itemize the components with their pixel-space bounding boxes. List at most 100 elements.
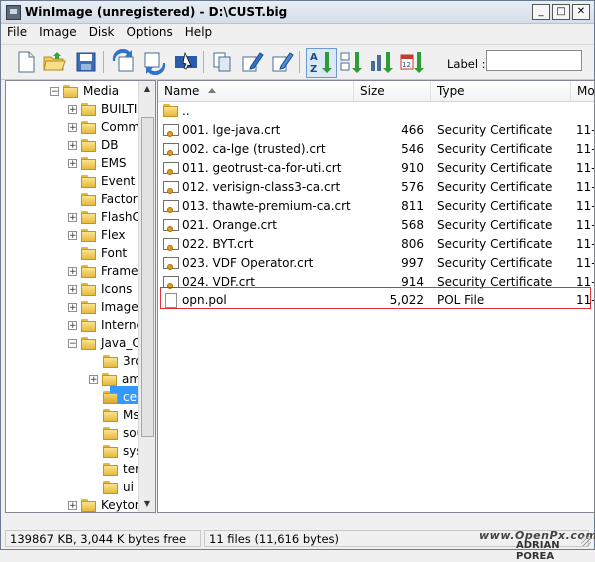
tree-item[interactable]: Font (81, 244, 127, 262)
expand-icon[interactable]: + (68, 158, 77, 168)
collapse-icon[interactable]: − (50, 86, 59, 96)
column-size[interactable]: Size (354, 81, 431, 101)
folder-icon (81, 264, 97, 278)
list-item-highlighted[interactable]: opn.pol 5,022 POL File 11- (158, 291, 594, 310)
folder-icon (81, 300, 97, 314)
save-icon[interactable] (73, 49, 99, 75)
folder-tree[interactable]: − Media + BUILTIN + Comm + DB + EMS Event s F… (5, 80, 156, 513)
file-list[interactable]: Name Size Type Mo .. 001. lge-java.crt 4… (157, 80, 595, 513)
scroll-down-icon[interactable]: ▼ (139, 496, 155, 512)
menu-bar: File Image Disk Options Help (1, 23, 594, 42)
menu-disk[interactable]: Disk (83, 23, 121, 42)
tree-item[interactable]: ui (103, 478, 134, 496)
tree-item[interactable]: + DB (68, 136, 118, 154)
tree-item[interactable]: + Image (68, 298, 139, 316)
expand-icon[interactable]: + (68, 122, 77, 132)
column-type[interactable]: Type (431, 81, 571, 101)
expand-icon[interactable]: + (68, 500, 77, 510)
certificate-icon (163, 218, 179, 233)
scroll-up-icon[interactable]: ▲ (139, 81, 155, 97)
expand-icon[interactable]: + (68, 212, 77, 222)
expand-icon[interactable]: + (68, 140, 77, 150)
expand-icon[interactable]: + (68, 284, 77, 294)
menu-options[interactable]: Options (120, 23, 178, 42)
sort-name-icon[interactable]: AZ (308, 49, 334, 75)
folder-icon (103, 354, 119, 368)
tree-item[interactable]: + Keytor (68, 496, 140, 512)
tree-item[interactable]: + Icons (68, 280, 132, 298)
select-icon[interactable] (173, 49, 199, 75)
app-window: WinImage (unregistered) - D:\CUST.big _ … (0, 0, 595, 562)
list-item[interactable]: 022. BYT.crt 806 Security Certificate 11… (158, 235, 594, 254)
tree-scrollbar[interactable]: ▲ ▼ (138, 81, 155, 512)
tree-item-label: Image (101, 300, 139, 314)
tree-item[interactable]: sys (103, 442, 143, 460)
tree-item[interactable]: + BUILTIN (68, 100, 146, 118)
folder-icon (81, 174, 97, 188)
column-modified[interactable]: Mo (571, 81, 594, 101)
expand-icon[interactable]: + (68, 104, 77, 114)
list-item[interactable]: 011. geotrust-ca-for-uti.crt 910 Securit… (158, 159, 594, 178)
list-item[interactable]: 021. Orange.crt 568 Security Certificate… (158, 216, 594, 235)
tree-item-label: Font (101, 246, 128, 260)
expand-icon[interactable]: + (89, 374, 98, 384)
label-input[interactable] (486, 50, 582, 71)
edit-icon[interactable] (239, 49, 265, 75)
tree-item-label: EMS (101, 156, 127, 170)
close-button[interactable]: ✕ (572, 4, 590, 20)
list-item[interactable]: 023. VDF Operator.crt 997 Security Certi… (158, 254, 594, 273)
tree-item-label: Comm (101, 120, 141, 134)
tree-item[interactable]: + Flex (68, 226, 126, 244)
extract-icon[interactable] (141, 49, 167, 76)
properties-icon[interactable] (269, 49, 295, 75)
expand-icon[interactable]: + (68, 266, 77, 276)
expand-icon[interactable]: + (68, 230, 77, 240)
folder-icon (63, 84, 79, 98)
minimize-button[interactable]: _ (532, 4, 550, 20)
tree-item[interactable]: Factor (81, 190, 138, 208)
menu-help[interactable]: Help (179, 23, 218, 42)
sort-size-icon[interactable] (369, 49, 395, 75)
tree-item[interactable]: ter (103, 460, 140, 478)
maximize-button[interactable]: □ (552, 4, 570, 20)
expand-icon[interactable]: + (68, 302, 77, 312)
list-item-parent[interactable]: .. (158, 102, 594, 121)
menu-file[interactable]: File (1, 23, 33, 42)
new-icon[interactable] (13, 49, 39, 75)
list-item[interactable]: 002. ca-lge (trusted).crt 546 Security C… (158, 140, 594, 159)
app-icon[interactable] (6, 5, 21, 20)
tree-item[interactable]: + EMS (68, 154, 127, 172)
document-icon (165, 293, 177, 308)
list-item[interactable]: 001. lge-java.crt 466 Security Certifica… (158, 121, 594, 140)
tree-item[interactable]: Event s (81, 172, 145, 190)
copy-icon[interactable] (209, 49, 235, 75)
sort-ext-icon[interactable] (339, 49, 365, 75)
tree-item[interactable]: Ms (103, 406, 140, 424)
tree-item-label: Keytor (101, 498, 140, 512)
open-icon[interactable] (41, 49, 67, 75)
tree-item[interactable]: + Interne (68, 316, 144, 334)
list-item[interactable]: 013. thawte-premium-ca.crt 811 Security … (158, 197, 594, 216)
tree-item[interactable]: + am (89, 370, 141, 388)
scroll-thumb[interactable] (141, 117, 154, 437)
tree-item[interactable]: + FlashC (68, 208, 141, 226)
tree-item[interactable]: + Comm (68, 118, 140, 136)
tree-item-label: ui (123, 480, 134, 494)
inject-icon[interactable] (111, 48, 137, 75)
tree-item-java[interactable]: − Java_O (68, 334, 142, 352)
tree-item[interactable]: + Frame (68, 262, 138, 280)
list-item[interactable]: 012. verisign-class3-ca.crt 576 Security… (158, 178, 594, 197)
sort-date-icon[interactable]: 12 (399, 49, 425, 75)
resize-grip[interactable] (581, 536, 591, 546)
title-bar[interactable]: WinImage (unregistered) - D:\CUST.big _ … (1, 1, 594, 24)
folder-icon (81, 246, 97, 260)
expand-icon[interactable]: + (68, 320, 77, 330)
label-caption: Label : (447, 57, 486, 71)
column-name[interactable]: Name (158, 81, 354, 101)
tree-item-selected[interactable]: cer (103, 388, 142, 406)
status-disk-space: 139867 KB, 3,044 K bytes free (5, 530, 201, 547)
menu-image[interactable]: Image (33, 23, 83, 42)
tree-item-media[interactable]: − Media (50, 82, 119, 100)
collapse-icon[interactable]: − (68, 338, 77, 348)
tree-item[interactable]: 3rd (103, 352, 143, 370)
